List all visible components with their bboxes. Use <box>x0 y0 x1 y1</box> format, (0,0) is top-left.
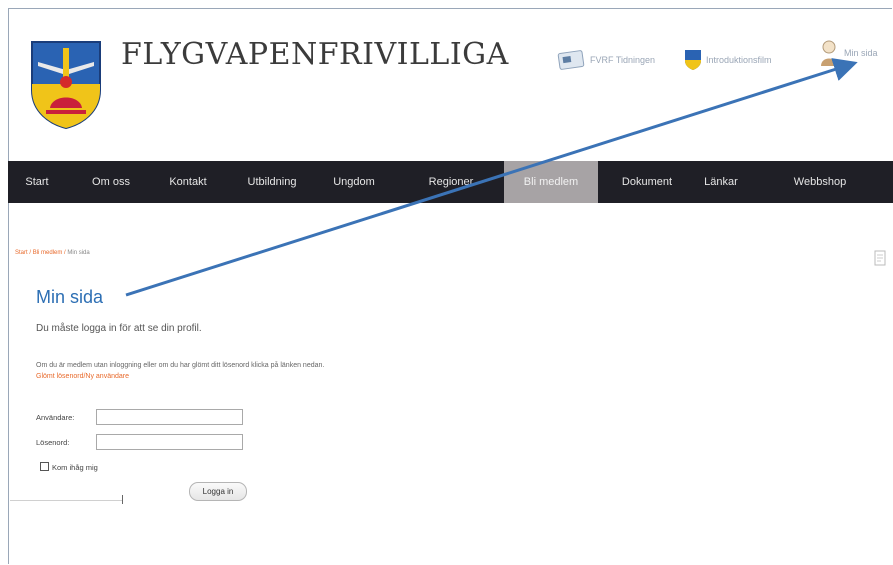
nav-item-start[interactable]: Start <box>16 161 58 203</box>
print-icon[interactable] <box>873 250 887 266</box>
breadcrumb: Start / Bli medlem / Min sida <box>15 250 90 256</box>
crest-small-icon <box>685 50 701 70</box>
header-link-tidningen[interactable]: FVRF Tidningen <box>556 47 655 73</box>
nav-item-regioner[interactable]: Regioner <box>420 161 482 203</box>
nav-item-dokument[interactable]: Dokument <box>612 161 682 203</box>
breadcrumb-start[interactable]: Start <box>15 250 28 256</box>
header-link-label: FVRF Tidningen <box>590 55 656 65</box>
page-title: Min sida <box>36 287 104 307</box>
divider-line <box>10 500 123 501</box>
nav-item-webbshop[interactable]: Webbshop <box>786 161 854 203</box>
header-link-label: Introduktionsfilm <box>706 55 772 65</box>
nav-item-utbildning[interactable]: Utbildning <box>233 161 311 203</box>
remember-me-label: Kom ihåg mig <box>52 463 98 472</box>
site-title[interactable]: FLYGVAPENFRIVILLIGA <box>121 37 509 72</box>
header-link-introduktionsfilm[interactable]: Introduktionsfilm <box>684 47 772 73</box>
username-input[interactable] <box>96 409 243 425</box>
nav-item-om-oss[interactable]: Om oss <box>78 161 144 203</box>
user-profile-icon <box>821 40 837 66</box>
newspaper-icon <box>557 50 585 70</box>
username-label: Användare: <box>36 413 75 422</box>
nav-item-lankar[interactable]: Länkar <box>696 161 746 203</box>
password-label: Lösenord: <box>36 438 70 447</box>
login-required-message: Du måste logga in för att se din profil. <box>36 323 202 334</box>
password-input[interactable] <box>96 434 243 450</box>
nav-item-ungdom[interactable]: Ungdom <box>324 161 384 203</box>
forgot-password-link[interactable]: Glömt lösenord/Ny användare <box>36 373 129 380</box>
nav-item-kontakt[interactable]: Kontakt <box>158 161 218 203</box>
header-link-min-sida[interactable]: Min sida <box>818 40 878 66</box>
header-link-label: Min sida <box>844 48 878 58</box>
screenshot-frame <box>8 8 892 564</box>
remember-me-checkbox[interactable] <box>40 462 49 471</box>
info-text: Om du är medlem utan inloggning eller om… <box>36 362 325 369</box>
login-button[interactable]: Logga in <box>189 482 247 501</box>
main-navigation: Start Om oss Kontakt Utbildning Ungdom R… <box>8 161 893 203</box>
nav-item-bli-medlem[interactable]: Bli medlem <box>504 161 598 203</box>
logo-crest-icon[interactable] <box>28 38 104 130</box>
breadcrumb-section[interactable]: Bli medlem <box>33 250 63 256</box>
divider-tick <box>122 495 123 504</box>
breadcrumb-current: Min sida <box>67 250 90 256</box>
